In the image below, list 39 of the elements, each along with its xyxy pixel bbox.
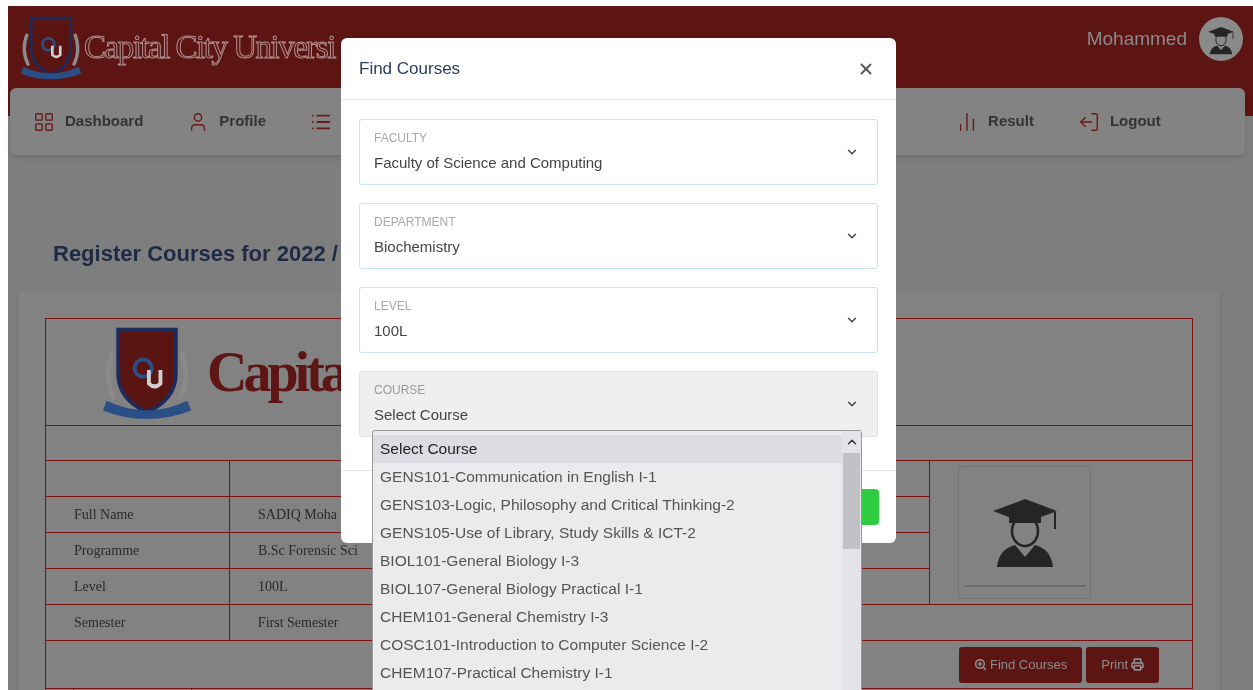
- label-cell: Programme: [46, 533, 230, 569]
- field-value: Faculty of Science and Computing: [374, 153, 604, 174]
- scrollbar-thumb[interactable]: [843, 453, 860, 549]
- nav-link[interactable]: Dashboard: [33, 110, 144, 133]
- label-cell: Level: [46, 569, 230, 605]
- logout-icon: [1077, 110, 1100, 133]
- page-title: Register Courses for 2022 /: [53, 240, 338, 268]
- dropdown-option[interactable]: BIOL107-General Biology Practical I-1: [373, 575, 842, 603]
- dropdown-option[interactable]: CHEM107-Practical Chemistry I-1: [373, 659, 842, 687]
- field-label: COURSE: [374, 382, 427, 400]
- printer-icon: [1131, 658, 1144, 671]
- dropdown-option[interactable]: CHEM101-General Chemistry I-3: [373, 603, 842, 631]
- dialog-title: Find Courses: [359, 57, 461, 80]
- field-value: Biochemistry: [374, 237, 461, 258]
- label-cell: Semester: [46, 605, 230, 641]
- select-field[interactable]: DEPARTMENT Biochemistry: [359, 203, 878, 269]
- select-field[interactable]: FACULTY Faculty of Science and Computing: [359, 119, 878, 185]
- field-label: FACULTY: [374, 130, 429, 148]
- nav-link[interactable]: Profile: [187, 110, 267, 133]
- zoom-in-icon: [973, 658, 987, 671]
- action-button[interactable]: Find Courses: [958, 646, 1083, 683]
- field-value: Select Course: [374, 405, 470, 426]
- dropdown-option[interactable]: Select Course: [373, 435, 842, 463]
- dropdown-option[interactable]: GENS101-Communication in English I-1: [373, 463, 842, 491]
- user-name: Mohammed: [1086, 26, 1187, 51]
- scrollbar[interactable]: [842, 431, 861, 690]
- avatar[interactable]: [1199, 17, 1243, 61]
- university-crest-icon: [18, 14, 84, 80]
- field-label: LEVEL: [374, 298, 413, 316]
- logo-text: Capita: [207, 340, 345, 405]
- grid-icon: [33, 110, 55, 133]
- nav-link[interactable]: Result: [956, 110, 1034, 133]
- action-button[interactable]: Print: [1086, 646, 1159, 683]
- brand-name: Capital City Universi: [84, 28, 335, 68]
- nav-link[interactable]: Logout: [1077, 110, 1161, 133]
- field-label: DEPARTMENT: [374, 214, 457, 232]
- select-field[interactable]: LEVEL 100L: [359, 287, 878, 353]
- label-cell: Full Name: [46, 497, 230, 533]
- field-value: 100L: [374, 321, 409, 342]
